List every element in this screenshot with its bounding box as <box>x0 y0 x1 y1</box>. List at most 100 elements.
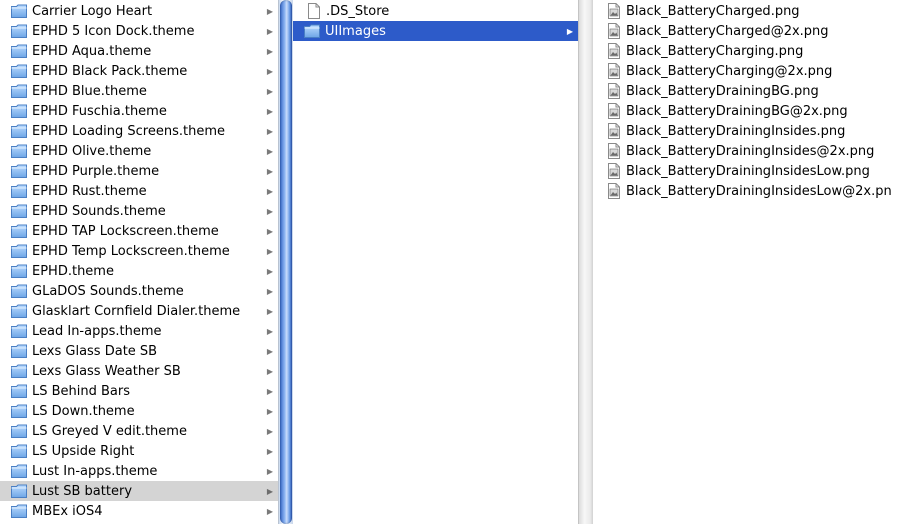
list-item[interactable]: Lust In-apps.theme ▶ <box>0 461 279 481</box>
folder-icon <box>11 24 27 38</box>
item-label: Black_BatteryDrainingInsides@2x.png <box>626 143 875 159</box>
file-row[interactable]: Black_BatteryDrainingInsidesLow.png <box>593 161 897 181</box>
chevron-right-icon: ▶ <box>266 146 274 156</box>
chevron-right-icon: ▶ <box>266 306 274 316</box>
list-item[interactable]: LS Down.theme ▶ <box>0 401 279 421</box>
list-item[interactable]: EPHD Sounds.theme ▶ <box>0 201 279 221</box>
chevron-right-icon: ▶ <box>266 226 274 236</box>
list-item[interactable]: EPHD Aqua.theme ▶ <box>0 41 279 61</box>
chevron-right-icon: ▶ <box>266 486 274 496</box>
chevron-right-icon: ▶ <box>266 266 274 276</box>
item-label: EPHD TAP Lockscreen.theme <box>32 223 219 239</box>
list-item[interactable]: EPHD Loading Screens.theme ▶ <box>0 121 279 141</box>
chevron-right-icon: ▶ <box>266 246 274 256</box>
file-row[interactable]: Black_BatteryDrainingBG@2x.png <box>593 101 897 121</box>
folder-icon <box>11 384 27 398</box>
item-label: EPHD Black Pack.theme <box>32 63 188 79</box>
list-item[interactable]: EPHD Fuschia.theme ▶ <box>0 101 279 121</box>
list-item[interactable]: EPHD Black Pack.theme ▶ <box>0 61 279 81</box>
list-item[interactable]: Carrier Logo Heart ▶ <box>0 1 279 21</box>
list-item[interactable]: .DS_Store <box>293 1 579 21</box>
chevron-right-icon: ▶ <box>266 186 274 196</box>
item-label: Black_BatteryDrainingBG.png <box>626 83 819 99</box>
list-item[interactable]: Lexs Glass Weather SB ▶ <box>0 361 279 381</box>
column-2-scrollbar[interactable] <box>578 0 593 524</box>
list-item[interactable]: EPHD.theme ▶ <box>0 261 279 281</box>
list-item[interactable]: MBEx iOS4 ▶ <box>0 501 279 521</box>
folder-icon <box>11 144 27 158</box>
image-file-icon <box>607 143 621 159</box>
image-file-icon <box>607 163 621 179</box>
file-row[interactable]: Black_BatteryCharging@2x.png <box>593 61 897 81</box>
item-label: EPHD Fuschia.theme <box>32 103 167 119</box>
chevron-right-icon: ▶ <box>266 346 274 356</box>
item-label: Lead In-apps.theme <box>32 323 162 339</box>
file-row[interactable]: Black_BatteryDrainingInsides.png <box>593 121 897 141</box>
column-1-scroll-thumb[interactable] <box>280 0 292 524</box>
list-item[interactable]: EPHD Olive.theme ▶ <box>0 141 279 161</box>
chevron-right-icon: ▶ <box>266 106 274 116</box>
image-file-icon <box>607 123 621 139</box>
image-file-icon <box>607 23 621 39</box>
list-item[interactable]: EPHD Purple.theme ▶ <box>0 161 279 181</box>
list-item[interactable]: Glasklart Cornfield Dialer.theme ▶ <box>0 301 279 321</box>
chevron-right-icon: ▶ <box>266 86 274 96</box>
item-label: LS Behind Bars <box>32 383 131 399</box>
file-row[interactable]: Black_BatteryCharged.png <box>593 1 897 21</box>
folder-icon <box>11 44 27 58</box>
item-label: Lust SB battery <box>32 483 133 499</box>
list-item[interactable]: EPHD 5 Icon Dock.theme ▶ <box>0 21 279 41</box>
item-label: Black_BatteryDrainingInsidesLow@2x.pn <box>626 183 892 199</box>
list-item[interactable]: EPHD Temp Lockscreen.theme ▶ <box>0 241 279 261</box>
list-item[interactable]: Lead In-apps.theme ▶ <box>0 321 279 341</box>
item-label: LS Upside Right <box>32 443 135 459</box>
item-label: Black_BatteryDrainingInsides.png <box>626 123 846 139</box>
image-file-icon <box>607 183 621 199</box>
list-item[interactable]: LS Upside Right ▶ <box>0 441 279 461</box>
file-row[interactable]: Black_BatteryDrainingInsidesLow@2x.pn <box>593 181 897 201</box>
file-row[interactable]: Black_BatteryDrainingInsides@2x.png <box>593 141 897 161</box>
image-file-icon <box>607 63 621 79</box>
item-label: Black_BatteryCharged@2x.png <box>626 23 829 39</box>
list-item[interactable]: Lust SB battery ▶ <box>0 481 279 501</box>
item-label: EPHD Purple.theme <box>32 163 160 179</box>
file-row[interactable]: Black_BatteryCharged@2x.png <box>593 21 897 41</box>
folder-icon <box>11 244 27 258</box>
folder-icon <box>11 444 27 458</box>
list-item[interactable]: EPHD Blue.theme ▶ <box>0 81 279 101</box>
list-item[interactable]: EPHD TAP Lockscreen.theme ▶ <box>0 221 279 241</box>
column-1-scrollbar[interactable] <box>278 0 293 524</box>
folder-icon <box>11 184 27 198</box>
chevron-right-icon: ▶ <box>266 206 274 216</box>
chevron-right-icon: ▶ <box>266 426 274 436</box>
item-label: EPHD Temp Lockscreen.theme <box>32 243 230 259</box>
list-item[interactable]: LS Behind Bars ▶ <box>0 381 279 401</box>
column-1[interactable]: Carrier Logo Heart ▶ EPHD 5 Icon Dock.them… <box>0 0 293 524</box>
folder-icon <box>11 204 27 218</box>
chevron-right-icon: ▶ <box>266 466 274 476</box>
list-item[interactable]: EPHD Rust.theme ▶ <box>0 181 279 201</box>
list-item[interactable]: GLaDOS Sounds.theme ▶ <box>0 281 279 301</box>
item-label: LS Greyed V edit.theme <box>32 423 187 439</box>
item-label: EPHD Loading Screens.theme <box>32 123 225 139</box>
list-item[interactable]: Lexs Glass Date SB ▶ <box>0 341 279 361</box>
finder-column-browser: Carrier Logo Heart ▶ EPHD 5 Icon Dock.them… <box>0 0 911 524</box>
column-2[interactable]: .DS_Store UIImages ▶ <box>293 0 593 524</box>
file-row[interactable]: Black_BatteryDrainingBG.png <box>593 81 897 101</box>
list-item[interactable]: UIImages ▶ <box>293 21 579 41</box>
chevron-right-icon: ▶ <box>266 6 274 16</box>
item-label: EPHD 5 Icon Dock.theme <box>32 23 195 39</box>
file-row[interactable]: Black_BatteryCharging.png <box>593 41 897 61</box>
chevron-right-icon: ▶ <box>266 446 274 456</box>
column-3[interactable]: Black_BatteryCharged.png Black_BatteryCha… <box>593 0 911 524</box>
item-label: Black_BatteryCharging.png <box>626 43 804 59</box>
folder-icon <box>11 504 27 518</box>
folder-icon <box>11 84 27 98</box>
chevron-right-icon: ▶ <box>266 66 274 76</box>
chevron-right-icon: ▶ <box>266 326 274 336</box>
item-label: EPHD Blue.theme <box>32 83 147 99</box>
chevron-right-icon: ▶ <box>566 26 574 36</box>
list-item[interactable]: LS Greyed V edit.theme ▶ <box>0 421 279 441</box>
item-label: Glasklart Cornfield Dialer.theme <box>32 303 241 319</box>
item-label: GLaDOS Sounds.theme <box>32 283 184 299</box>
